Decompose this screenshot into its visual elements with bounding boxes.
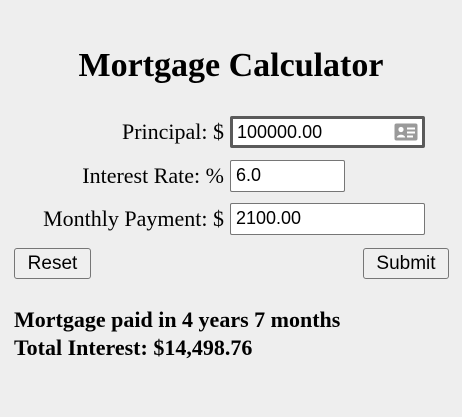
monthly-payment-input[interactable]: 2100.00 <box>230 203 425 235</box>
monthly-payment-value: 2100.00 <box>236 208 302 228</box>
submit-button[interactable]: Submit <box>363 248 449 279</box>
interest-rate-value: 6.0 <box>236 165 262 185</box>
monthly-payment-label-wrap: Monthly Payment: $ <box>0 203 224 235</box>
contact-card-icon[interactable] <box>394 123 418 141</box>
principal-label-wrap: Principal: $ <box>0 116 224 148</box>
interest-rate-label-wrap: Interest Rate: % <box>0 160 224 192</box>
total-interest-result: Total Interest: $14,498.76 <box>14 335 253 360</box>
page-title: Mortgage Calculator <box>78 47 384 84</box>
principal-value: 100000.00 <box>237 122 323 142</box>
interest-rate-label: Interest Rate: % <box>82 163 224 188</box>
monthly-payment-label: Monthly Payment: $ <box>43 206 224 231</box>
mortgage-duration-result: Mortgage paid in 4 years 7 months <box>14 307 341 332</box>
reset-button[interactable]: Reset <box>14 248 91 279</box>
principal-label: Principal: $ <box>121 119 224 144</box>
interest-rate-input[interactable]: 6.0 <box>230 160 345 192</box>
principal-input[interactable]: 100000.00 <box>230 116 425 148</box>
